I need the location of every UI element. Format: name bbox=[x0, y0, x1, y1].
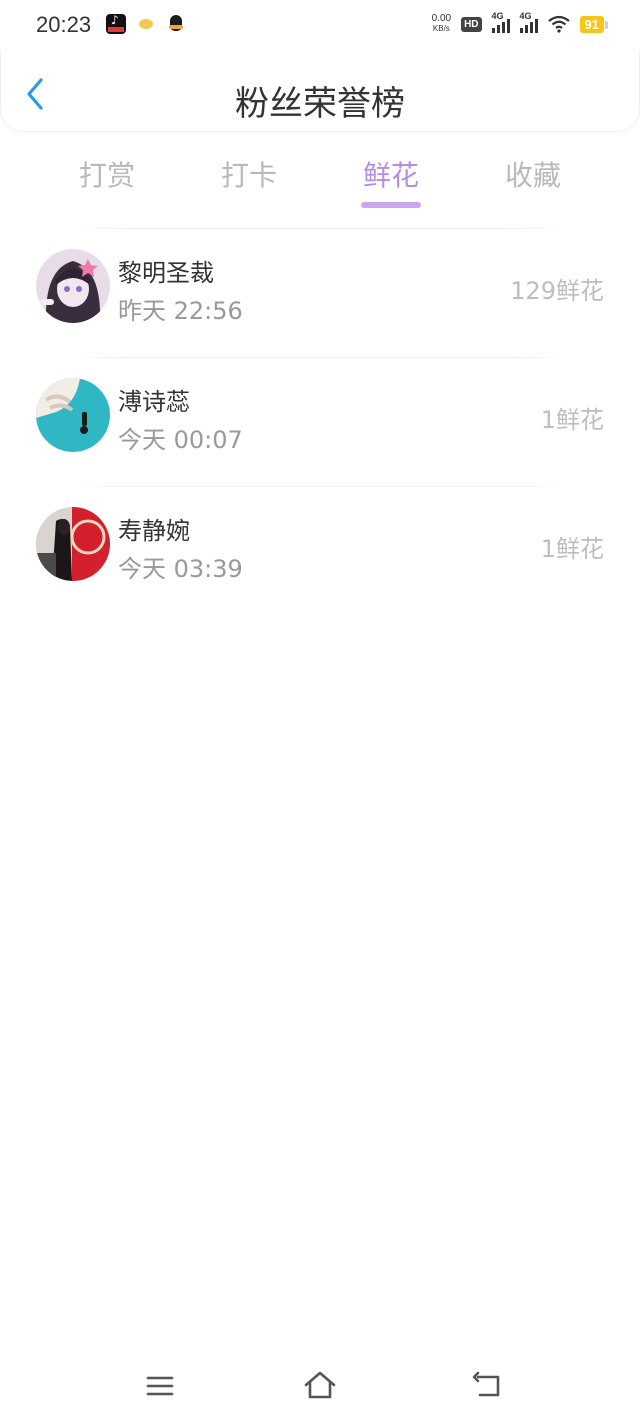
status-bar: 20:23 0.00 KB/s HD 4G 4G 91 bbox=[0, 0, 640, 50]
tab-bar: 打赏 打卡 鲜花 收藏 bbox=[36, 150, 604, 212]
back-icon bbox=[472, 1371, 500, 1397]
home-icon bbox=[304, 1371, 336, 1399]
flower-count: 1鲜花 bbox=[540, 535, 604, 563]
home-button[interactable] bbox=[302, 1368, 338, 1404]
list-item[interactable]: 黎明圣裁 昨天 22:56 129鲜花 bbox=[0, 229, 640, 357]
flower-count: 129鲜花 bbox=[510, 277, 604, 305]
fan-time: 今天 00:07 bbox=[118, 426, 243, 454]
battery-icon: 91 bbox=[579, 15, 609, 33]
tab-favorites[interactable]: 收藏 bbox=[462, 150, 604, 212]
fan-time: 昨天 22:56 bbox=[118, 297, 243, 325]
hd-icon: HD bbox=[461, 16, 482, 32]
page-title: 粉丝荣誉榜 bbox=[235, 84, 405, 124]
back-nav-button[interactable] bbox=[470, 1368, 506, 1404]
header: 粉丝荣誉榜 bbox=[0, 50, 640, 132]
fan-list: 黎明圣裁 昨天 22:56 129鲜花 溥诗蕊 今天 00:07 1鲜花 寿静婉… bbox=[0, 228, 640, 615]
system-nav-bar bbox=[0, 1350, 640, 1422]
system-icons: 0.00 KB/s HD 4G 4G 91 bbox=[432, 11, 609, 34]
yellow-app-icon bbox=[136, 14, 156, 34]
fan-name: 寿静婉 bbox=[118, 517, 190, 545]
signal-sim1-icon: 4G bbox=[491, 11, 510, 33]
network-speed: 0.00 KB/s bbox=[432, 14, 451, 34]
wifi-icon bbox=[547, 15, 570, 33]
menu-icon bbox=[146, 1376, 174, 1396]
list-item[interactable]: 寿静婉 今天 03:39 1鲜花 bbox=[0, 487, 640, 615]
avatar[interactable] bbox=[36, 249, 110, 323]
flower-count: 1鲜花 bbox=[540, 406, 604, 434]
network-speed-unit: KB/s bbox=[432, 24, 450, 33]
fan-name: 溥诗蕊 bbox=[118, 388, 190, 416]
menu-button[interactable] bbox=[142, 1368, 178, 1404]
sim1-label: 4G bbox=[491, 11, 504, 21]
avatar[interactable] bbox=[36, 378, 110, 452]
list-item[interactable]: 溥诗蕊 今天 00:07 1鲜花 bbox=[0, 358, 640, 486]
network-speed-value: 0.00 bbox=[431, 13, 452, 24]
fan-time: 今天 03:39 bbox=[118, 555, 243, 583]
sim2-label: 4G bbox=[519, 11, 532, 21]
tab-reward[interactable]: 打赏 bbox=[36, 150, 178, 212]
tab-flowers[interactable]: 鲜花 bbox=[320, 150, 462, 212]
tab-checkin[interactable]: 打卡 bbox=[178, 150, 320, 212]
notification-icons bbox=[106, 13, 186, 34]
fan-name: 黎明圣裁 bbox=[118, 259, 214, 287]
tiktok-icon bbox=[106, 13, 126, 34]
avatar[interactable] bbox=[36, 507, 110, 581]
qq-icon bbox=[166, 14, 186, 34]
status-time: 20:23 bbox=[36, 12, 92, 37]
signal-sim2-icon: 4G bbox=[519, 11, 538, 33]
